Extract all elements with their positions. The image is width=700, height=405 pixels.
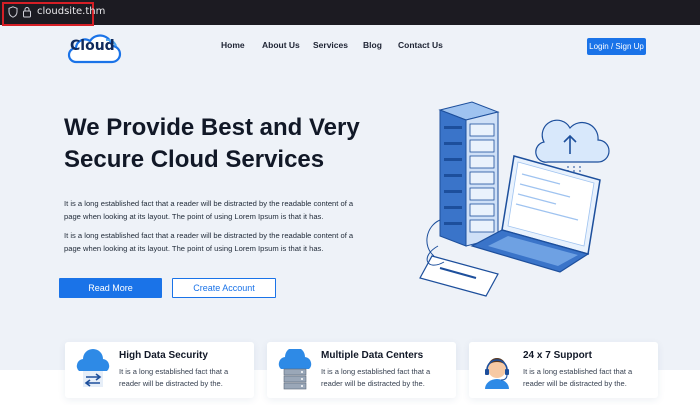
- nav-blog[interactable]: Blog: [363, 40, 382, 50]
- cloud-server-icon: [278, 349, 312, 390]
- nav-about-us[interactable]: About Us: [262, 40, 300, 50]
- hero-paragraph-1: It is a long established fact that a rea…: [64, 199, 354, 221]
- server-rack-icon: [438, 101, 500, 247]
- cloud-server-laptop-illustration: [419, 101, 610, 297]
- hero-paragraph-2: It is a long established fact that a rea…: [64, 231, 354, 253]
- feature-card-support[interactable]: 24 x 7 Support It is a long established …: [469, 342, 658, 398]
- nav-services[interactable]: Services: [313, 40, 348, 50]
- logo-text[interactable]: Cloud: [70, 38, 115, 54]
- nav-home[interactable]: Home: [221, 40, 245, 50]
- login-signup-button[interactable]: Login / Sign Up: [587, 38, 646, 55]
- lock-icon[interactable]: [22, 6, 32, 18]
- browser-url-bar[interactable]: cloudsite.thm: [0, 0, 700, 26]
- hero-title-line1: We Provide Best and Very: [64, 114, 360, 141]
- shield-icon[interactable]: [8, 6, 18, 18]
- nav-contact-us[interactable]: Contact Us: [398, 40, 443, 50]
- support-agent-icon: [485, 358, 509, 389]
- feature-title: Multiple Data Centers: [321, 350, 424, 361]
- feature-description: It is a long established fact that a rea…: [523, 367, 633, 388]
- feature-card-datacenters[interactable]: Multiple Data Centers It is a long estab…: [267, 342, 456, 398]
- phone-device-icon: [419, 255, 499, 297]
- cloud-transfer-icon: [76, 349, 110, 387]
- read-more-button[interactable]: Read More: [59, 278, 162, 298]
- hero-title-line2: Secure Cloud Services: [64, 146, 325, 173]
- url-text[interactable]: cloudsite.thm: [37, 6, 105, 17]
- create-account-button[interactable]: Create Account: [172, 278, 276, 298]
- hero-title: We Provide Best and Very Secure Cloud Se…: [64, 112, 404, 176]
- feature-description: It is a long established fact that a rea…: [321, 367, 431, 388]
- feature-title: High Data Security: [119, 350, 208, 361]
- feature-description: It is a long established fact that a rea…: [119, 367, 229, 388]
- feature-card-security[interactable]: High Data Security It is a long establis…: [65, 342, 254, 398]
- feature-title: 24 x 7 Support: [523, 350, 592, 361]
